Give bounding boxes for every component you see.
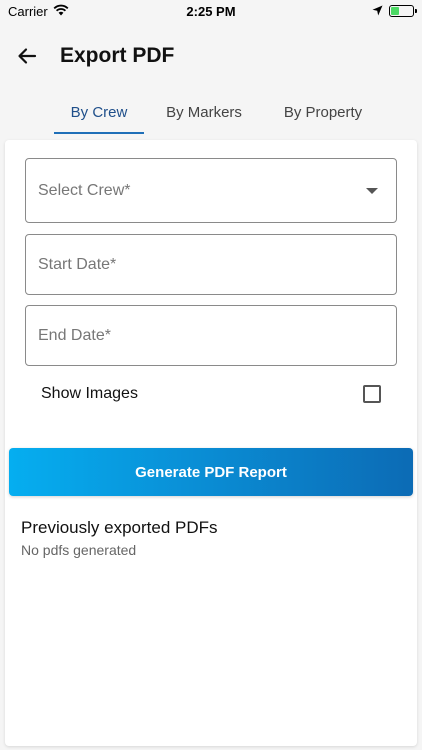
- generate-pdf-button[interactable]: Generate PDF Report: [9, 448, 413, 496]
- previous-exports-empty: No pdfs generated: [21, 542, 137, 558]
- wifi-icon: [53, 4, 69, 19]
- tab-bar: By Crew By Markers By Property: [0, 90, 422, 134]
- status-right: [372, 4, 417, 19]
- arrow-left-icon: [18, 48, 37, 64]
- back-button[interactable]: [2, 31, 52, 81]
- export-form-card: Select Crew* Start Date* End Date* Show …: [5, 140, 417, 746]
- tab-by-property[interactable]: By Property: [268, 90, 378, 134]
- tab-by-crew[interactable]: By Crew: [54, 90, 144, 134]
- battery-icon: [389, 5, 417, 17]
- location-arrow-icon: [372, 4, 383, 19]
- start-date-field[interactable]: Start Date*: [25, 234, 397, 295]
- status-bar: Carrier 2:25 PM: [0, 0, 422, 22]
- show-images-row: Show Images: [41, 380, 381, 408]
- show-images-checkbox[interactable]: [363, 385, 381, 403]
- select-crew-dropdown[interactable]: Select Crew*: [25, 158, 397, 223]
- battery-level: [391, 7, 399, 15]
- previous-exports-title: Previously exported PDFs: [21, 518, 218, 537]
- show-images-label: Show Images: [41, 385, 138, 402]
- status-left: Carrier: [8, 4, 69, 19]
- page-title: Export PDF: [60, 44, 175, 67]
- end-date-field[interactable]: End Date*: [25, 305, 397, 366]
- start-date-placeholder: Start Date*: [38, 255, 117, 273]
- tab-by-markers[interactable]: By Markers: [150, 90, 258, 134]
- select-crew-placeholder: Select Crew*: [38, 181, 131, 199]
- caret-down-icon: [366, 187, 378, 194]
- carrier-label: Carrier: [8, 3, 48, 19]
- header: Export PDF: [0, 22, 422, 90]
- end-date-placeholder: End Date*: [38, 326, 111, 344]
